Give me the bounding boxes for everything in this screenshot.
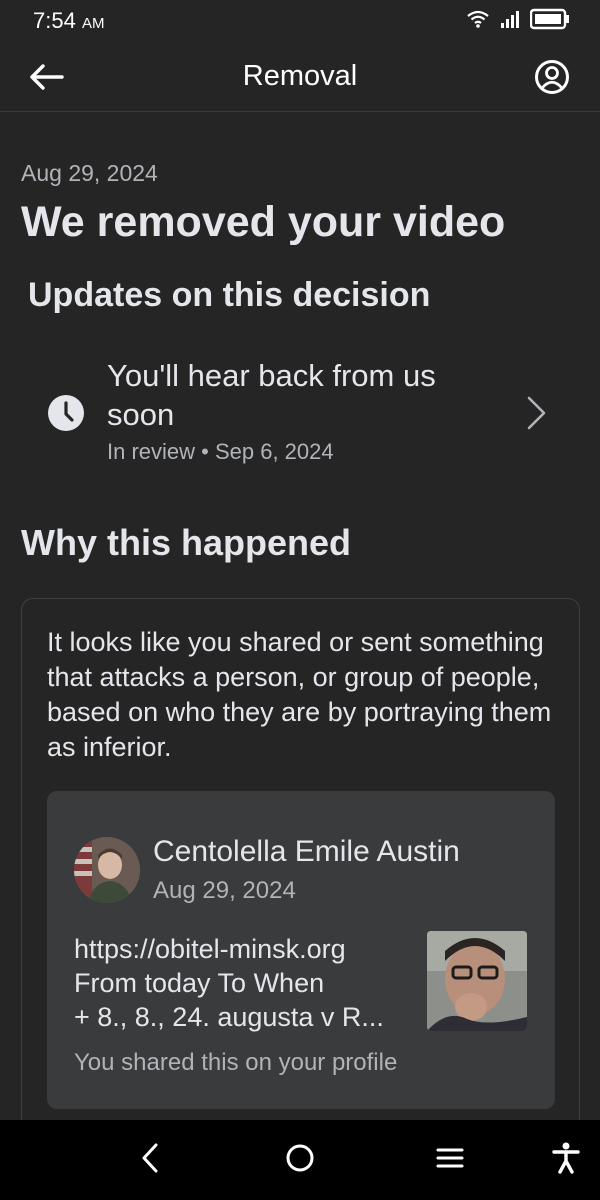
nav-home-button[interactable]: [280, 1140, 320, 1180]
decision-update-row[interactable]: You'll hear back from us soon In review …: [0, 350, 600, 478]
reason-text: It looks like you shared or sent somethi…: [47, 627, 552, 762]
video-thumbnail: [427, 931, 527, 1031]
post-line: From today To When: [74, 968, 325, 998]
removal-date: Aug 29, 2024: [21, 160, 158, 186]
system-nav-bar: [0, 1120, 600, 1200]
reason-card: It looks like you shared or sent somethi…: [21, 598, 580, 1158]
update-status: In review • Sep 6, 2024: [107, 439, 334, 464]
status-time-ampm: AM: [81, 15, 105, 32]
post-footer: You shared this on your profile: [74, 1049, 398, 1076]
status-time-value: 7:54: [33, 8, 76, 33]
removal-title: We removed your video: [21, 198, 506, 246]
signal-icon: [500, 9, 520, 34]
wifi-icon: [466, 9, 490, 34]
status-icons: [466, 8, 570, 35]
nav-back-button[interactable]: [130, 1140, 170, 1180]
post-date: Aug 29, 2024: [153, 877, 296, 904]
nav-menu-icon: [436, 1146, 464, 1175]
battery-icon: [529, 8, 570, 35]
chevron-right-icon: [523, 395, 551, 431]
nav-back-icon: [139, 1142, 161, 1179]
accessibility-button[interactable]: [546, 1140, 586, 1180]
post-author: Centolella Emile Austin: [153, 835, 460, 868]
avatar: [74, 837, 140, 903]
profile-icon: [534, 59, 570, 100]
update-message: You'll hear back from us soon: [107, 358, 436, 432]
clock-icon: [47, 394, 85, 432]
why-heading: Why this happened: [21, 522, 352, 563]
updates-heading: Updates on this decision: [28, 276, 431, 314]
status-time: 7:54 AM: [33, 8, 104, 34]
removed-post-preview[interactable]: Centolella Emile Austin Aug 29, 2024 htt…: [47, 791, 555, 1109]
post-line: + 8., 8., 24. augusta v R...: [74, 1002, 384, 1032]
post-line: https://obitel-minsk.org: [74, 934, 346, 964]
page-title: Removal: [242, 60, 358, 92]
nav-menu-button[interactable]: [430, 1140, 470, 1180]
nav-home-icon: [285, 1143, 315, 1178]
profile-button[interactable]: [532, 59, 572, 99]
post-body: https://obitel-minsk.org From today To W…: [74, 932, 414, 1034]
top-app-bar: Removal: [0, 44, 600, 112]
accessibility-icon: [552, 1142, 580, 1179]
status-bar: 7:54 AM: [0, 0, 600, 44]
